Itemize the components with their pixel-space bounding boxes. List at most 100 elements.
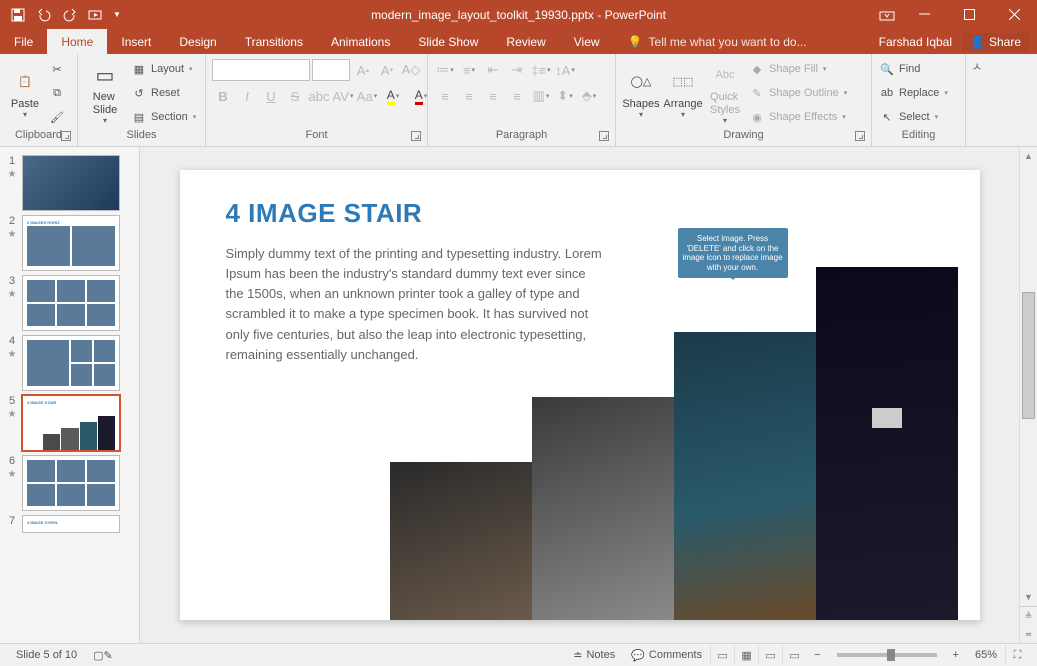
drawing-dialog-launcher[interactable] [855,131,865,141]
paste-button[interactable]: 📋 Paste▾ [4,57,46,127]
font-dialog-launcher[interactable] [411,131,421,141]
slide-title[interactable]: 4 IMAGE STAIR [226,198,423,229]
change-case-button[interactable]: Aa▾ [356,85,378,107]
clipboard-dialog-launcher[interactable] [61,131,71,141]
decrease-font-button[interactable]: A▾ [376,59,398,81]
comments-button[interactable]: 💬Comments [623,649,710,662]
font-color-button[interactable]: A▾ [408,85,434,107]
shape-fill-button[interactable]: ◆Shape Fill▾ [749,59,847,79]
shapes-button[interactable]: ◯△ Shapes▾ [620,57,662,127]
stair-image-4[interactable] [816,267,958,620]
zoom-out-button[interactable]: − [806,649,828,661]
align-text-button[interactable]: ⬍▾ [554,85,576,107]
close-button[interactable] [992,0,1037,29]
columns-button[interactable]: ▥▾ [530,85,552,107]
slideshow-view-button[interactable]: ▭ [782,645,806,665]
minimize-button[interactable] [902,0,947,29]
shape-outline-button[interactable]: ✎Shape Outline▾ [749,83,847,103]
prev-slide-button[interactable]: ≜ [1020,607,1037,625]
increase-font-button[interactable]: A▴ [352,59,374,81]
cut-button[interactable]: ✂ [49,59,65,79]
underline-button[interactable]: U [260,85,282,107]
zoom-level[interactable]: 65% [967,649,1005,661]
select-button[interactable]: ↖Select▾ [879,107,948,127]
slide-thumbnail-3[interactable] [22,275,120,331]
smartart-button[interactable]: ⬘▾ [578,85,600,107]
collapse-ribbon-button[interactable]: ㅅ [966,54,988,146]
slide-sorter-button[interactable]: ▦ [734,645,758,665]
tab-design[interactable]: Design [165,29,230,54]
tab-file[interactable]: File [0,29,47,54]
shape-effects-button[interactable]: ◉Shape Effects▾ [749,107,847,127]
bullets-button[interactable]: ≔▾ [434,59,456,81]
scroll-thumb[interactable] [1022,292,1035,419]
align-right-button[interactable]: ≡ [482,85,504,107]
slide-counter[interactable]: Slide 5 of 10 [8,649,85,661]
stair-image-3[interactable] [674,332,816,620]
paragraph-dialog-launcher[interactable] [599,131,609,141]
notes-button[interactable]: ≐Notes [565,649,623,662]
clear-formatting-button[interactable]: A◇ [400,59,422,81]
strikethrough-button[interactable]: S [284,85,306,107]
slide-thumbnail-4[interactable] [22,335,120,391]
undo-button[interactable] [32,3,56,27]
start-from-beginning-button[interactable] [84,3,108,27]
tell-me-input[interactable]: 💡 Tell me what you want to do... [614,29,807,54]
quick-styles-button[interactable]: Abc Quick Styles▾ [704,57,746,127]
increase-indent-button[interactable]: ⇥ [506,59,528,81]
font-family-select[interactable] [212,59,310,81]
redo-button[interactable] [58,3,82,27]
slide-thumbnail-7[interactable]: 4 IMAGE OVERL [22,515,120,533]
tab-review[interactable]: Review [492,29,559,54]
decrease-indent-button[interactable]: ⇤ [482,59,504,81]
slide-thumbnail-5[interactable]: 4 IMAGE STAIR [22,395,120,451]
scroll-down-button[interactable]: ▼ [1020,588,1037,606]
tab-slideshow[interactable]: Slide Show [404,29,492,54]
stair-image-2[interactable] [532,397,674,620]
arrange-button[interactable]: ⬚⬚ Arrange▾ [662,57,704,127]
slide-thumbnail-1[interactable] [22,155,120,211]
bold-button[interactable]: B [212,85,234,107]
numbering-button[interactable]: ≡▾ [458,59,480,81]
format-painter-button[interactable]: 🖌 [49,107,65,127]
character-spacing-button[interactable]: AV▾ [332,85,354,107]
qat-dropdown[interactable]: ▼ [110,3,124,27]
align-center-button[interactable]: ≡ [458,85,480,107]
slide-thumbnail-2[interactable]: 2 IMAGES HORIZ [22,215,120,271]
user-name[interactable]: Farshad Iqbal [879,35,952,49]
reading-view-button[interactable]: ▭ [758,645,782,665]
reset-button[interactable]: ↺Reset [131,83,196,103]
replace-button[interactable]: abReplace▾ [879,83,948,103]
shadow-button[interactable]: abc [308,85,330,107]
share-button[interactable]: 👤 Share [962,33,1029,51]
next-slide-button[interactable]: ≖ [1020,625,1037,643]
section-button[interactable]: ▤Section▾ [131,107,196,127]
zoom-slider[interactable] [837,653,937,657]
line-spacing-button[interactable]: ‡≡▾ [530,59,552,81]
layout-button[interactable]: ▦Layout▾ [131,59,196,79]
normal-view-button[interactable]: ▭ [710,645,734,665]
new-slide-button[interactable]: ▭ New Slide▾ [82,57,128,127]
vertical-scrollbar[interactable]: ▲ ▼ ≜ ≖ [1019,147,1037,643]
ribbon-options-button[interactable] [872,0,902,29]
align-left-button[interactable]: ≡ [434,85,456,107]
tab-insert[interactable]: Insert [107,29,165,54]
save-button[interactable] [6,3,30,27]
font-size-select[interactable] [312,59,350,81]
maximize-button[interactable] [947,0,992,29]
tab-view[interactable]: View [560,29,614,54]
find-button[interactable]: 🔍Find [879,59,948,79]
justify-button[interactable]: ≡ [506,85,528,107]
slide-canvas[interactable]: 4 IMAGE STAIR Simply dummy text of the p… [180,170,980,620]
spellcheck-indicator[interactable]: ▢✎ [85,649,121,662]
highlight-button[interactable]: A▾ [380,85,406,107]
tab-home[interactable]: Home [47,29,107,54]
italic-button[interactable]: I [236,85,258,107]
slide-thumbnail-panel[interactable]: 1★ 2★2 IMAGES HORIZ 3★ 4★ 5★4 IMAGE STAI… [0,147,140,643]
slide-thumbnail-6[interactable] [22,455,120,511]
tab-animations[interactable]: Animations [317,29,404,54]
stair-image-1[interactable] [390,462,532,620]
text-direction-button[interactable]: ↕A▾ [554,59,576,81]
tab-transitions[interactable]: Transitions [231,29,317,54]
copy-button[interactable]: ⧉ [49,83,65,103]
